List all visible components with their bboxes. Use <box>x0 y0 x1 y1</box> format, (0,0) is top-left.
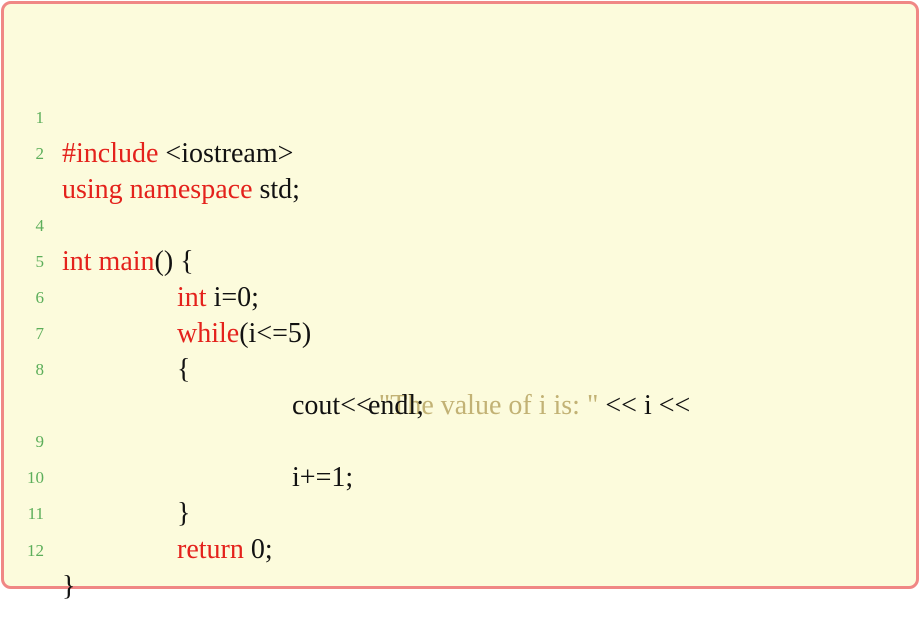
code-line: 6 while(i<=5) <box>4 244 312 349</box>
code-line: 11 return 0; <box>4 460 273 565</box>
code-text: } <box>62 569 75 605</box>
line-number: 12 <box>27 541 44 560</box>
code-line: 2 using namespace std; <box>4 100 300 205</box>
text-token: cout<< <box>292 390 379 421</box>
text-token: endl; <box>368 390 424 421</box>
keyword-token: int <box>177 282 207 313</box>
text-token: } <box>177 498 191 529</box>
code-text: using namespace std; <box>62 172 300 208</box>
code-line: 1 #include <iostream> <box>4 64 294 169</box>
code-line: 12 } <box>4 497 75 602</box>
code-line: 10 } <box>4 424 190 529</box>
line-number: 2 <box>35 144 45 163</box>
text-token: (i<=5) <box>239 318 312 349</box>
code-line: 9 i+=1; <box>4 388 354 493</box>
text-token: std; <box>252 174 300 205</box>
text-token: { <box>177 354 191 385</box>
text-token: () { <box>154 246 194 277</box>
code-line: 8 cout<< "The value of i is: " << i << <box>4 316 691 421</box>
code-text: } <box>177 496 190 532</box>
text-token: << i << <box>598 390 691 421</box>
code-text: #include <iostream> <box>62 136 293 172</box>
text-token: i+=1; <box>292 462 354 493</box>
text-token: 0; <box>243 534 273 565</box>
code-text: endl; <box>368 388 424 424</box>
code-line: 5 int i=0; <box>4 208 259 313</box>
keyword-token: using namespace <box>62 174 253 205</box>
code-text: cout<< "The value of i is: " << i << <box>292 388 690 424</box>
text-token: <iostream> <box>158 138 294 169</box>
code-line: 7 { <box>4 280 191 385</box>
code-listing: 1 #include <iostream> 2 using namespace … <box>1 1 919 602</box>
keyword-token: while <box>177 318 240 349</box>
code-text: while(i<=5) <box>177 316 311 352</box>
code-text: return 0; <box>177 532 273 568</box>
keyword-token: return <box>177 534 244 565</box>
keyword-token: #include <box>62 138 159 169</box>
text-token: i=0; <box>206 282 259 313</box>
code-line: 4 int main() { <box>4 172 194 277</box>
code-text: { <box>177 352 190 388</box>
code-text: int i=0; <box>177 280 259 316</box>
keyword-token: int main <box>62 246 155 277</box>
code-line-continuation: endl; <box>4 352 424 421</box>
code-text: int main() { <box>62 244 194 280</box>
text-token: } <box>62 571 76 602</box>
code-text: i+=1; <box>292 460 353 496</box>
